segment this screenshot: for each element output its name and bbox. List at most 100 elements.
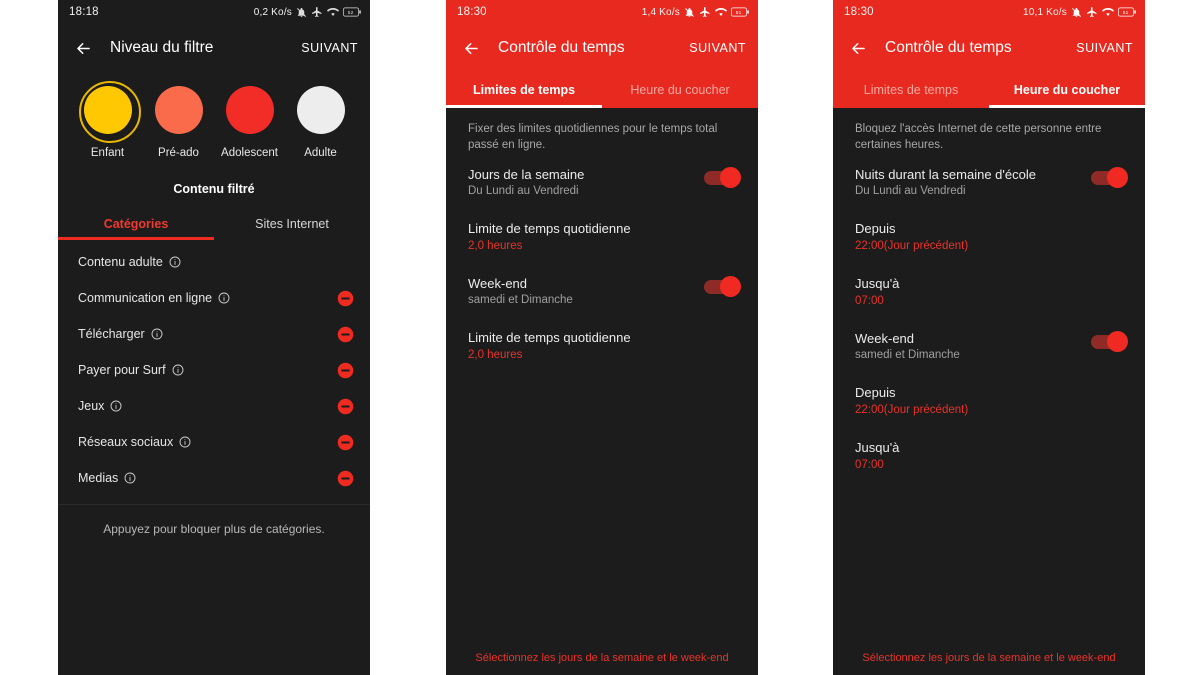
category-list: Contenu adulte Communication en ligne Té… [58,240,370,496]
status-time: 18:30 [457,6,487,18]
app-bar: Contrôle du temps SUIVANT [446,24,758,72]
info-icon[interactable] [179,436,191,448]
info-icon[interactable] [151,328,163,340]
tab-bedtime[interactable]: Heure du coucher [602,72,758,108]
setting-texts: Depuis 22:00(Jour précédent) [855,385,1125,416]
airplane-icon [311,6,323,18]
setting-weekend[interactable]: Week-end samedi et Dimanche [446,262,758,306]
level-label-pre-ado: Pré-ado [158,147,199,159]
filter-level-selector: Enfant Pré-ado Adolescent Adulte [58,72,370,159]
block-minus-icon[interactable] [337,398,354,415]
toggle-school-nights[interactable] [1091,167,1128,189]
status-bar: 18:30 1,4 Ko/s 51 [446,0,758,24]
status-time: 18:30 [844,6,874,18]
network-rate: 0,2 Ko/s [253,6,292,18]
setting-weekend-until[interactable]: Jusqu'à 07:00 [833,426,1145,471]
block-minus-icon[interactable] [337,434,354,451]
setting-title: Nuits durant la semaine d'école [855,167,1036,183]
setting-texts: Limite de temps quotidienne 2,0 heures [468,221,738,252]
app-bar: Contrôle du temps SUIVANT [833,24,1145,72]
level-dot-enfant[interactable] [78,81,141,143]
status-icons: 1,4 Ko/s 51 [642,6,749,18]
page-title: Contrôle du temps [885,39,1012,56]
toggle-weekend[interactable] [704,276,741,298]
setting-weekend[interactable]: Week-end samedi et Dimanche [833,317,1145,361]
setting-weekend-from[interactable]: Depuis 22:00(Jour précédent) [833,371,1145,416]
tab-websites[interactable]: Sites Internet [214,208,370,240]
setting-value: 2,0 heures [468,240,523,253]
list-item[interactable]: Medias [58,460,370,496]
setting-title: Week-end [855,331,915,347]
back-arrow-icon[interactable] [70,35,96,61]
level-label-enfant: Enfant [90,147,125,159]
bell-off-icon [684,7,695,18]
level-dot-adolescent[interactable] [225,86,274,134]
info-icon[interactable] [124,472,136,484]
intro-text: Bloquez l'accès Internet de cette person… [855,123,1102,151]
setting-title: Jours de la semaine [468,167,585,183]
tab-bedtime[interactable]: Heure du coucher [989,72,1145,108]
list-item[interactable]: Télécharger [58,316,370,352]
tab-time-limits[interactable]: Limites de temps [833,72,989,108]
wifi-icon [715,6,727,18]
info-icon[interactable] [110,400,122,412]
back-arrow-icon[interactable] [458,35,484,61]
wifi-icon [327,6,339,18]
level-option-enfant[interactable]: Enfant [72,81,143,159]
phone-screen-bedtime: 18:30 10,1 Ko/s 51 Contrôle du temps SUI… [833,0,1145,675]
category-name: Payer pour Surf [78,363,166,377]
status-time: 18:18 [69,6,99,18]
category-name: Réseaux sociaux [78,435,174,449]
level-label-adulte: Adulte [304,147,337,159]
setting-school-until[interactable]: Jusqu'à 07:00 [833,262,1145,307]
setting-texts: Depuis 22:00(Jour précédent) [855,221,1125,252]
info-icon[interactable] [218,292,230,304]
setting-school-from[interactable]: Depuis 22:00(Jour précédent) [833,207,1145,252]
list-item[interactable]: Communication en ligne [58,280,370,316]
screenshot-stage: 18:18 0,2 Ko/s 52 Niveau du filtre SUIVA… [0,0,1200,675]
block-minus-icon[interactable] [337,362,354,379]
level-option-pre-ado[interactable]: Pré-ado [143,86,214,159]
info-icon[interactable] [172,364,184,376]
svg-text:51: 51 [1123,10,1129,16]
level-dot-adulte[interactable] [296,86,345,134]
list-item[interactable]: Réseaux sociaux [58,424,370,460]
list-item[interactable]: Jeux [58,388,370,424]
toggle-weekend[interactable] [1091,331,1128,353]
setting-value: 07:00 [855,459,884,472]
network-rate: 10,1 Ko/s [1022,6,1067,18]
next-button[interactable]: SUIVANT [1076,41,1133,55]
setting-subtitle: samedi et Dimanche [468,294,573,307]
next-button[interactable]: SUIVANT [301,41,358,55]
status-icons: 0,2 Ko/s 52 [254,6,361,18]
list-item[interactable]: Payer pour Surf [58,352,370,388]
battery-icon: 51 [1118,7,1136,17]
setting-weekdays[interactable]: Jours de la semaine Du Lundi au Vendredi [446,153,758,197]
list-item[interactable]: Contenu adulte [58,244,370,280]
back-arrow-icon[interactable] [845,35,871,61]
tab-categories[interactable]: Catégories [58,208,214,240]
setting-subtitle: samedi et Dimanche [855,349,960,362]
setting-texts: Week-end samedi et Dimanche [468,276,704,306]
info-icon[interactable] [169,256,181,268]
block-minus-icon[interactable] [337,326,354,343]
toggle-weekdays[interactable] [704,167,741,189]
category-name: Jeux [78,399,105,413]
setting-weekend-daily-limit[interactable]: Limite de temps quotidienne 2,0 heures [446,316,758,361]
block-minus-icon[interactable] [337,290,354,307]
level-dot-pre-ado[interactable] [154,86,203,134]
setting-value: 22:00(Jour précédent) [855,404,969,417]
level-option-adolescent[interactable]: Adolescent [214,86,285,159]
tab-time-limits[interactable]: Limites de temps [446,72,602,108]
next-button[interactable]: SUIVANT [689,41,746,55]
toggle-knob [1107,167,1128,189]
level-option-adulte[interactable]: Adulte [285,86,356,159]
setting-weekday-daily-limit[interactable]: Limite de temps quotidienne 2,0 heures [446,207,758,252]
toggle-knob [720,167,741,189]
footer-warning: Sélectionnez les jours de la semaine et … [862,652,1116,664]
setting-school-nights[interactable]: Nuits durant la semaine d'école Du Lundi… [833,153,1145,197]
block-minus-icon[interactable] [337,470,354,487]
